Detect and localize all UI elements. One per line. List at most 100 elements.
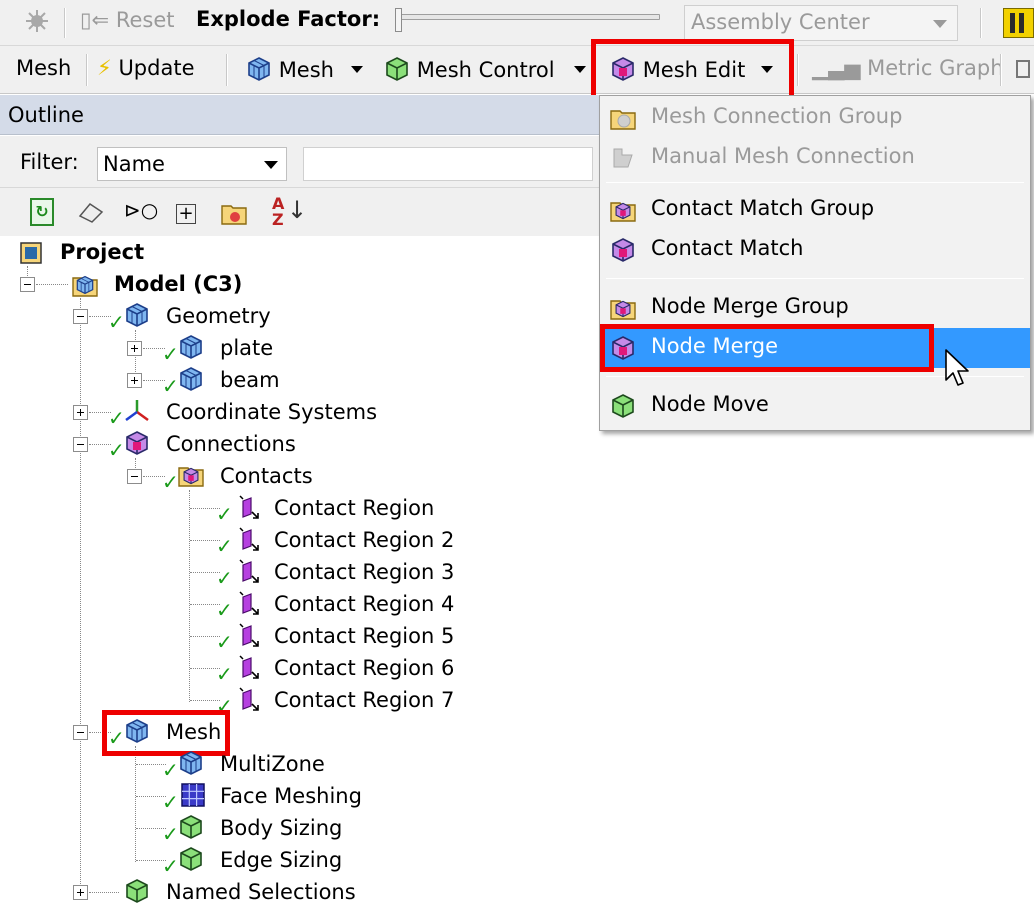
menu-item-contact-match[interactable]: Contact Match [600,230,1030,270]
tree-body-sizing[interactable]: ✓ Body Sizing [162,814,382,844]
manual-mesh-connection-icon [613,148,633,168]
contact-region-icon [234,654,260,680]
check-icon: ✓ [216,566,233,590]
axes-icon [125,400,149,422]
multizone-icon [178,750,204,776]
sort-az-icon[interactable]: AZ [272,196,284,228]
tree-coordinate-systems[interactable]: ✓ Coordinate Systems [108,398,388,428]
tree-geometry[interactable]: ✓ Geometry [108,302,328,332]
mesh-edit-annotation-box [591,39,794,100]
tree-face-meshing[interactable]: ✓ Face Meshing [162,782,382,812]
sort-arrow-icon: ↓ [287,196,308,224]
node-merge-annotation-box [600,324,934,372]
collapse-toggle[interactable] [73,725,88,740]
explode-tool-icon[interactable] [24,8,50,34]
chevron-down-icon [264,161,278,169]
contact-region-icon [234,494,260,520]
lightning-icon: ⚡ [97,56,112,80]
tree-named-selections[interactable]: Named Selections [124,878,384,908]
window-icon[interactable] [1016,60,1030,78]
expand-all-icon[interactable]: + [176,204,196,224]
tree-multizone[interactable]: ✓ MultiZone [162,750,362,780]
expand-toggle[interactable] [73,405,88,420]
check-icon: ✓ [162,758,179,782]
explode-factor-slider-track[interactable] [395,14,660,20]
tree-guide [189,490,190,702]
tree-contact-region[interactable]: ✓ Contact Region 7 [216,686,476,716]
toolbar-separator [797,54,799,86]
reset-icon: ▯⇐ [80,8,110,32]
check-icon: ✓ [108,310,125,334]
tree-contact-region[interactable]: ✓ Contact Region 4 [216,590,476,620]
collapse-tree-icon[interactable]: ⊳○ [124,198,158,222]
check-icon: ✓ [216,534,233,558]
menu-item-node-move[interactable]: Node Move [600,386,1030,426]
mesh-control-button[interactable]: Mesh Control [384,56,555,82]
filter-text-input[interactable] [303,147,593,181]
chevron-down-icon[interactable] [574,66,586,73]
tree-project[interactable]: Project [18,238,218,268]
chevron-down-icon[interactable] [351,66,363,73]
body-icon [178,366,204,392]
mesh-control-icon [384,56,410,82]
tree-contact-region[interactable]: ✓ Contact Region 3 [216,558,476,588]
menu-item-mesh-connection-group[interactable]: Mesh Connection Group [600,98,1030,138]
node-move-icon [610,393,636,419]
expand-toggle[interactable] [127,341,142,356]
tree-contact-region[interactable]: ✓ Contact Region [216,494,476,524]
refresh-icon[interactable]: ↻ [30,198,54,226]
pause-icon[interactable] [1003,8,1034,38]
collapse-toggle[interactable] [20,277,35,292]
filter-type-combo[interactable]: Name [97,147,287,181]
tree-contact-region[interactable]: ✓ Contact Region 2 [216,526,476,556]
menu-item-node-merge-group[interactable]: Node Merge Group [600,288,1030,328]
menu-item-manual-mesh-connection[interactable]: Manual Mesh Connection [600,138,1030,178]
tree-guide [80,298,81,894]
assembly-center-value: Assembly Center [691,10,870,34]
metric-graph-button[interactable]: ▁▃▅ Metric Graph [812,56,1004,80]
folder-icon[interactable] [220,200,248,226]
check-icon: ✓ [216,598,233,622]
tree-contacts[interactable]: ✓ Contacts [162,462,362,492]
expand-toggle[interactable] [73,885,88,900]
body-icon [178,334,204,360]
tree-connections[interactable]: ✓ Connections [108,430,348,460]
mesh-dropdown-button[interactable]: Mesh [246,56,334,82]
connections-icon [124,430,150,456]
update-label: Update [118,56,195,80]
tree-plate[interactable]: ✓ plate [162,334,322,364]
tree-edge-sizing[interactable]: ✓ Edge Sizing [162,846,382,876]
toolbar-separator [86,54,88,86]
bar-chart-icon: ▁▃▅ [812,56,861,80]
collapse-toggle[interactable] [127,469,142,484]
geometry-icon [124,302,150,328]
reset-label: Reset [115,8,175,32]
toolbar-separator [1000,54,1002,86]
check-icon: ✓ [162,790,179,814]
menu-item-contact-match-group[interactable]: Contact Match Group [600,190,1030,230]
contact-region-icon [234,558,260,584]
expand-toggle[interactable] [127,373,142,388]
tree-model[interactable]: Model (C3) [72,270,292,300]
update-button[interactable]: ⚡ Update [97,56,195,80]
eraser-icon[interactable] [78,200,104,224]
menu-separator [606,278,1024,279]
sizing-icon [178,814,204,840]
collapse-toggle[interactable] [73,437,88,452]
filter-label: Filter: [20,150,79,174]
contact-region-icon [234,590,260,616]
assembly-center-combo[interactable]: Assembly Center [684,5,958,41]
explode-toolbar: ▯⇐ Reset Explode Factor: Assembly Center [0,0,1034,46]
contact-match-group-cube-icon [614,202,632,220]
check-icon: ✓ [162,342,179,366]
tree-beam[interactable]: ✓ beam [162,366,322,396]
tree-contact-region[interactable]: ✓ Contact Region 5 [216,622,476,652]
check-icon: ✓ [216,630,233,654]
outline-tool-row: ↻ ⊳○ + AZ ↓ [0,188,600,236]
contact-region-icon [234,526,260,552]
collapse-toggle[interactable] [73,309,88,324]
toolbar-separator [64,8,66,38]
reset-button[interactable]: ▯⇐ Reset [80,8,175,32]
explode-factor-slider-thumb[interactable] [395,8,402,32]
tree-contact-region[interactable]: ✓ Contact Region 6 [216,654,476,684]
